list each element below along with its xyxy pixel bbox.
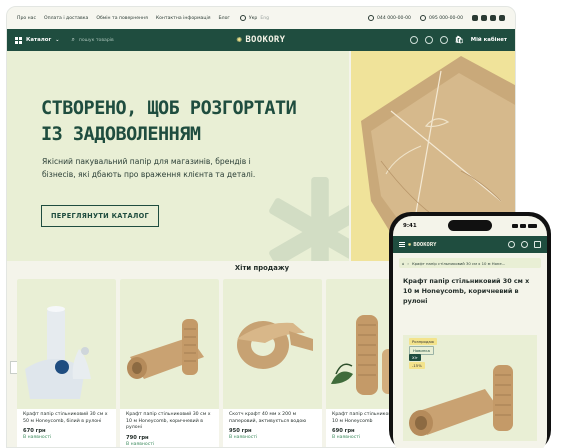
- product-image: [120, 279, 219, 409]
- mobile-logo-text: BOOKORY: [413, 241, 437, 248]
- cart-icon[interactable]: 🛍︎: [455, 36, 464, 44]
- catalog-label: Каталог: [26, 37, 52, 43]
- product-name[interactable]: Крафт папір стільниковий 30 см х 50 м Ho…: [17, 409, 116, 425]
- search-icon[interactable]: [508, 241, 515, 248]
- star-decoration: [269, 177, 349, 261]
- sun-logo-icon: ✺: [236, 35, 243, 45]
- main-navbar: Каталог ⌄ ⌕ пошук товарів ✺ BOOKORY 🛍︎ М…: [7, 29, 515, 51]
- account-link[interactable]: Мій кабінет: [471, 37, 507, 43]
- signal-battery-icon: [512, 224, 537, 228]
- tag-discount: -15%: [409, 362, 425, 369]
- top-link-about[interactable]: Про нас: [17, 16, 36, 21]
- home-icon[interactable]: ⌂: [402, 261, 404, 266]
- mobile-nav-actions: [508, 241, 541, 248]
- site-logo[interactable]: ✺ BOOKORY: [237, 35, 286, 45]
- phone-1-number: 044 000-00-00: [376, 15, 411, 21]
- product-price: 670 грн: [23, 428, 46, 434]
- phone-2[interactable]: 095 000-00-00: [419, 15, 463, 21]
- cart-icon[interactable]: [534, 241, 541, 248]
- mobile-navbar: ✺ BOOKORY: [393, 236, 547, 253]
- hero-title: СТВОРЕНО, ЩОБ РОЗГОРТАТИ ІЗ ЗАДОВОЛЕННЯМ: [41, 96, 341, 148]
- top-link-contacts[interactable]: Контактна інформація: [156, 16, 211, 21]
- phone-notch: [448, 220, 492, 231]
- lang-active[interactable]: Укр: [249, 16, 258, 21]
- product-name[interactable]: Скотч крафт 40 мм х 200 м паперовий, акт…: [223, 409, 322, 425]
- top-link-blog[interactable]: Блог: [219, 16, 230, 21]
- catalog-button[interactable]: Каталог ⌄: [15, 36, 60, 44]
- phone-1[interactable]: 044 000-00-00: [367, 15, 411, 21]
- instagram-icon[interactable]: [472, 15, 478, 21]
- phone-icon: [419, 15, 426, 21]
- chevron-right-icon: ›: [407, 260, 409, 266]
- phone-screen: 9:41 ✺ BOOKORY ⌂ › Крафт папір стільнико…: [393, 216, 547, 448]
- top-info-bar: Про нас Оплата і доставка Обмін та повер…: [7, 7, 515, 29]
- product-name[interactable]: Крафт папір стільниковий 30 см х 10 м Ho…: [120, 409, 219, 432]
- product-price: 790 грн: [126, 434, 149, 441]
- menu-icon[interactable]: [399, 242, 405, 247]
- top-contacts: 044 000-00-00 095 000-00-00: [367, 15, 505, 21]
- product-image: [223, 279, 322, 409]
- phone-icon: [367, 15, 374, 21]
- phone-2-number: 095 000-00-00: [428, 15, 463, 21]
- chevron-down-icon: ⌄: [55, 37, 60, 43]
- heart-icon[interactable]: [521, 241, 528, 248]
- hero-title-line-2: ІЗ ЗАДОВОЛЕННЯМ: [41, 124, 201, 145]
- grid-icon: [15, 36, 22, 44]
- youtube-icon[interactable]: [499, 15, 505, 21]
- hero-text-panel: СТВОРЕНО, ЩОБ РОЗГОРТАТИ ІЗ ЗАДОВОЛЕННЯМ…: [7, 51, 349, 261]
- compare-icon[interactable]: [409, 36, 418, 44]
- phone-mockup: 9:41 ✺ BOOKORY ⌂ › Крафт папір стільнико…: [389, 212, 551, 448]
- product-image: [17, 279, 116, 409]
- language-switcher[interactable]: Укр Eng: [239, 15, 269, 21]
- logo-text: BOOKORY: [245, 35, 286, 45]
- breadcrumb: ⌂ › Крафт папір стільниковий 30 см х 10 …: [399, 258, 541, 268]
- facebook-icon[interactable]: [490, 15, 496, 21]
- product-price: 950 грн: [229, 428, 252, 434]
- breadcrumb-current: Крафт папір стільниковий 30 см х 10 м Ho…: [411, 260, 506, 266]
- bestsellers-carousel: Крафт папір стільниковий 30 см х 50 м Ho…: [17, 279, 425, 447]
- hero-title-line-1: СТВОРЕНО, ЩОБ РОЗГОРТАТИ: [41, 98, 297, 119]
- mobile-logo[interactable]: ✺ BOOKORY: [408, 242, 437, 248]
- stock-status: В наявності: [229, 435, 258, 440]
- user-icon[interactable]: [439, 36, 448, 44]
- top-links: Про нас Оплата і доставка Обмін та повер…: [17, 16, 230, 21]
- nav-actions: 🛍︎ Мій кабінет: [409, 36, 507, 44]
- view-catalog-button[interactable]: ПЕРЕГЛЯНУТИ КАТАЛОГ: [41, 205, 159, 227]
- tag-sale: Розпродаж: [409, 338, 438, 345]
- product-card[interactable]: Крафт папір стільниковий 30 см х 50 м Ho…: [17, 279, 116, 447]
- hero-subtitle: Якісний пакувальний папір для магазинів,…: [42, 157, 256, 179]
- tag-hit: Хіт: [409, 354, 421, 361]
- product-card[interactable]: Крафт папір стільниковий 30 см х 10 м Ho…: [120, 279, 219, 447]
- status-time: 9:41: [403, 223, 417, 229]
- search-icon: ⌕: [71, 36, 75, 43]
- search-input[interactable]: ⌕ пошук товарів: [71, 36, 113, 44]
- tiktok-icon[interactable]: [481, 15, 487, 21]
- stock-status: В наявності: [23, 435, 52, 440]
- top-link-returns[interactable]: Обмін та повернення: [96, 16, 147, 21]
- product-title: Крафт папір стільниковий 30 см х 10 м Ho…: [403, 277, 530, 305]
- product-card[interactable]: Скотч крафт 40 мм х 200 м паперовий, акт…: [223, 279, 322, 447]
- stock-status: В наявності: [126, 441, 155, 447]
- globe-icon: [239, 15, 246, 21]
- sun-logo-icon: ✺: [408, 241, 412, 248]
- heart-icon[interactable]: [424, 36, 433, 44]
- search-placeholder: пошук товарів: [78, 37, 114, 43]
- lang-other[interactable]: Eng: [260, 16, 269, 21]
- social-links: [472, 15, 505, 21]
- top-link-payment[interactable]: Оплата і доставка: [44, 16, 88, 21]
